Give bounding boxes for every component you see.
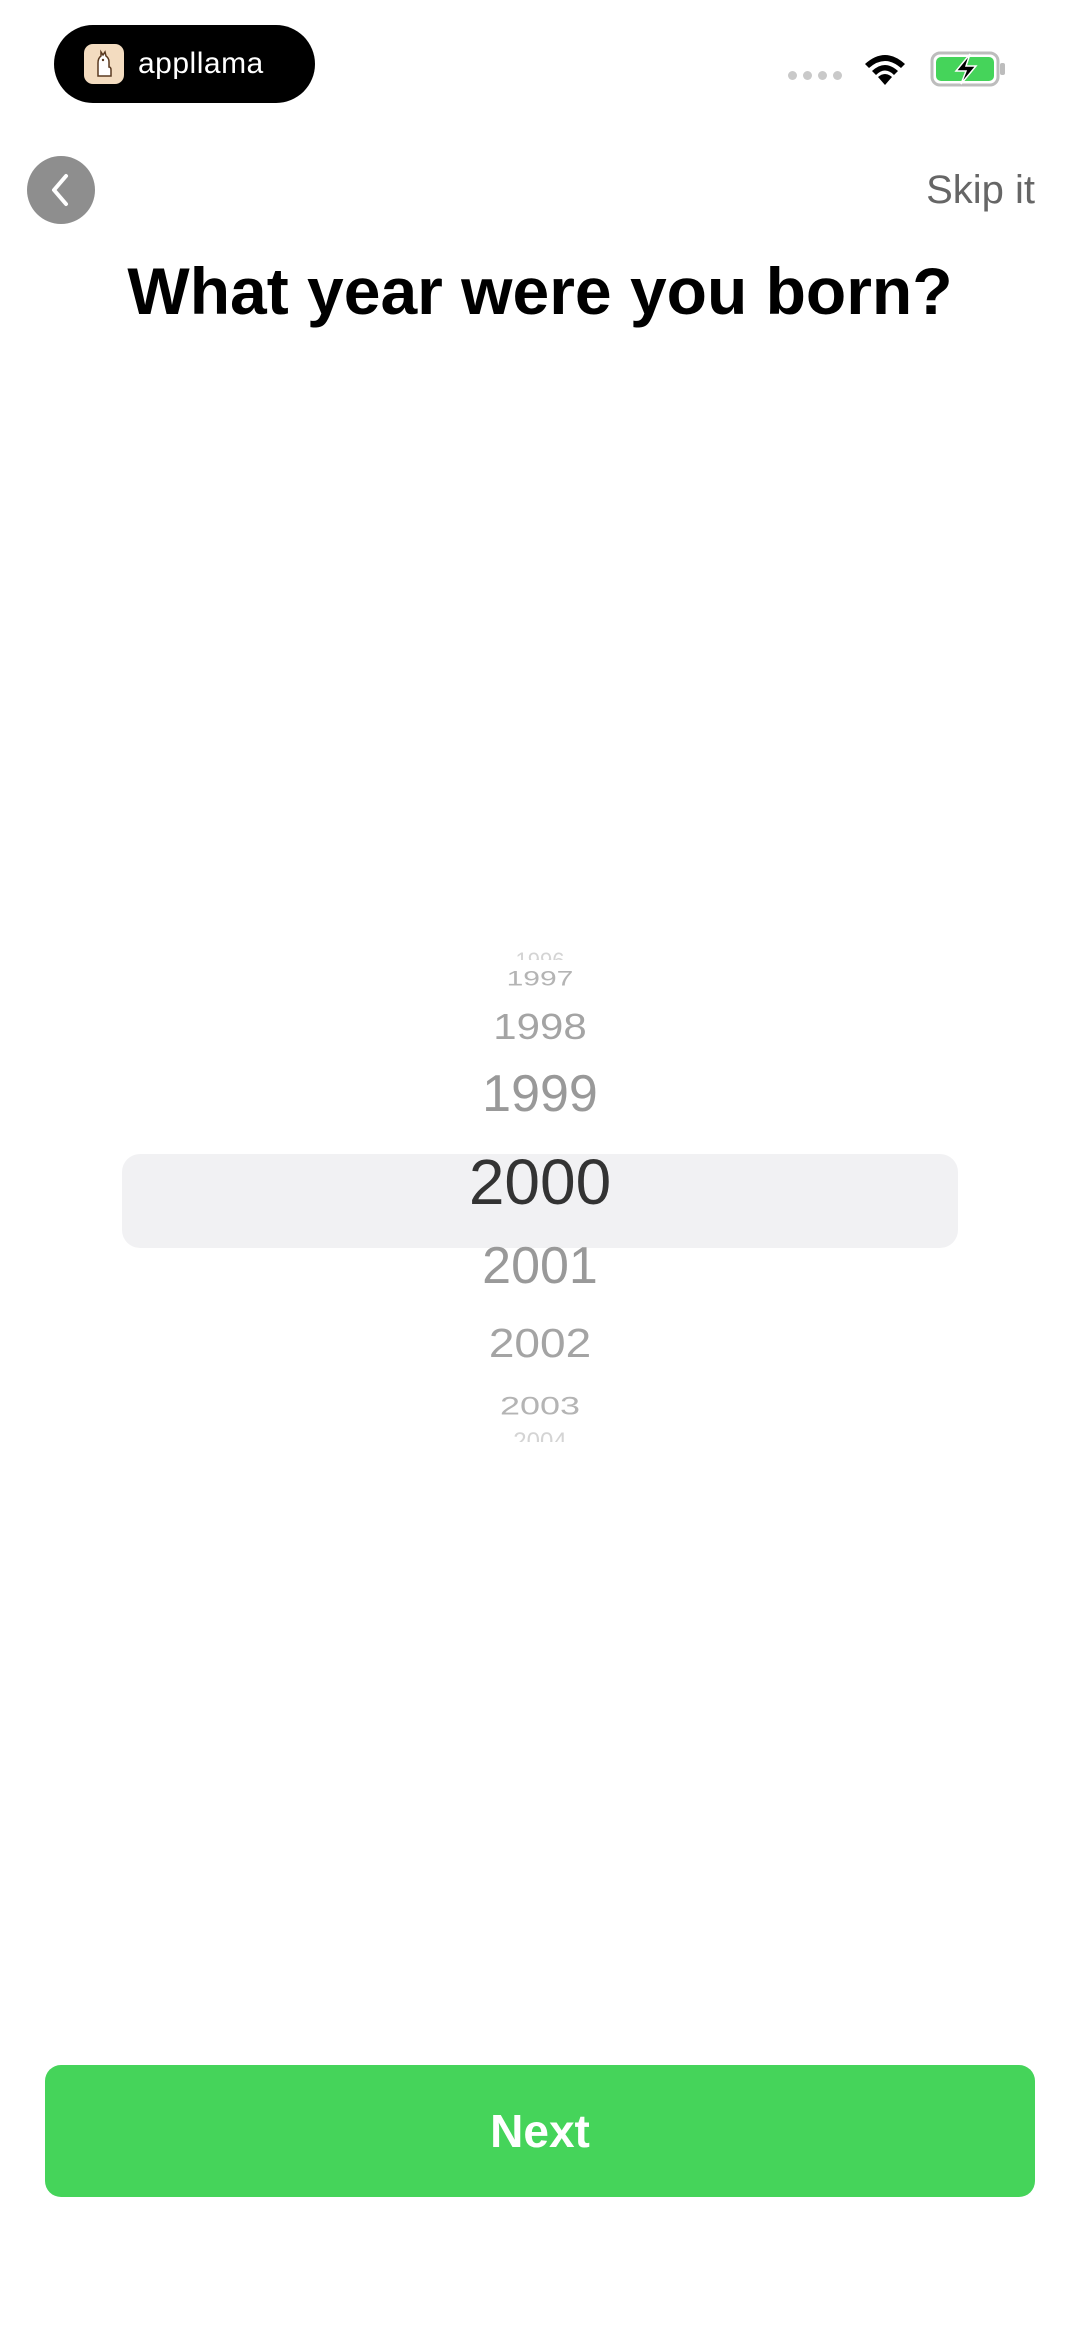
app-indicator-pill[interactable]: appllama bbox=[54, 25, 315, 103]
app-name-label: appllama bbox=[138, 47, 264, 80]
picker-item[interactable]: 1998 bbox=[0, 1009, 1080, 1045]
picker-item[interactable]: 2002 bbox=[0, 1323, 1080, 1363]
onboarding-screen: appllama Skip it What year were you born… bbox=[0, 0, 1080, 2337]
picker-item[interactable]: 2001 bbox=[0, 1240, 1080, 1292]
picker-item[interactable]: 2003 bbox=[0, 1393, 1080, 1418]
page-title: What year were you born? bbox=[127, 254, 953, 328]
status-icons bbox=[788, 50, 1008, 88]
back-button[interactable] bbox=[27, 156, 95, 224]
next-button[interactable]: Next bbox=[45, 2065, 1035, 2197]
picker-item-selected[interactable]: 2000 bbox=[0, 1150, 1080, 1214]
wifi-icon bbox=[865, 55, 905, 85]
battery-charging-icon bbox=[930, 51, 1005, 87]
cellular-signal-icon bbox=[788, 70, 842, 80]
picker-item[interactable]: 1999 bbox=[0, 1068, 1080, 1120]
picker-item-partial-bottom: 2004 bbox=[0, 1430, 1080, 1442]
picker-item[interactable]: 1997 bbox=[0, 968, 1080, 990]
year-picker-wheel[interactable]: 1996 1997 1998 1999 2000 2001 2002 2003 … bbox=[0, 950, 1080, 1450]
skip-button[interactable]: Skip it bbox=[926, 168, 1035, 213]
chevron-left-icon bbox=[52, 174, 68, 206]
picker-item-partial-top: 1996 bbox=[0, 950, 1080, 960]
llama-logo-icon bbox=[84, 44, 124, 84]
